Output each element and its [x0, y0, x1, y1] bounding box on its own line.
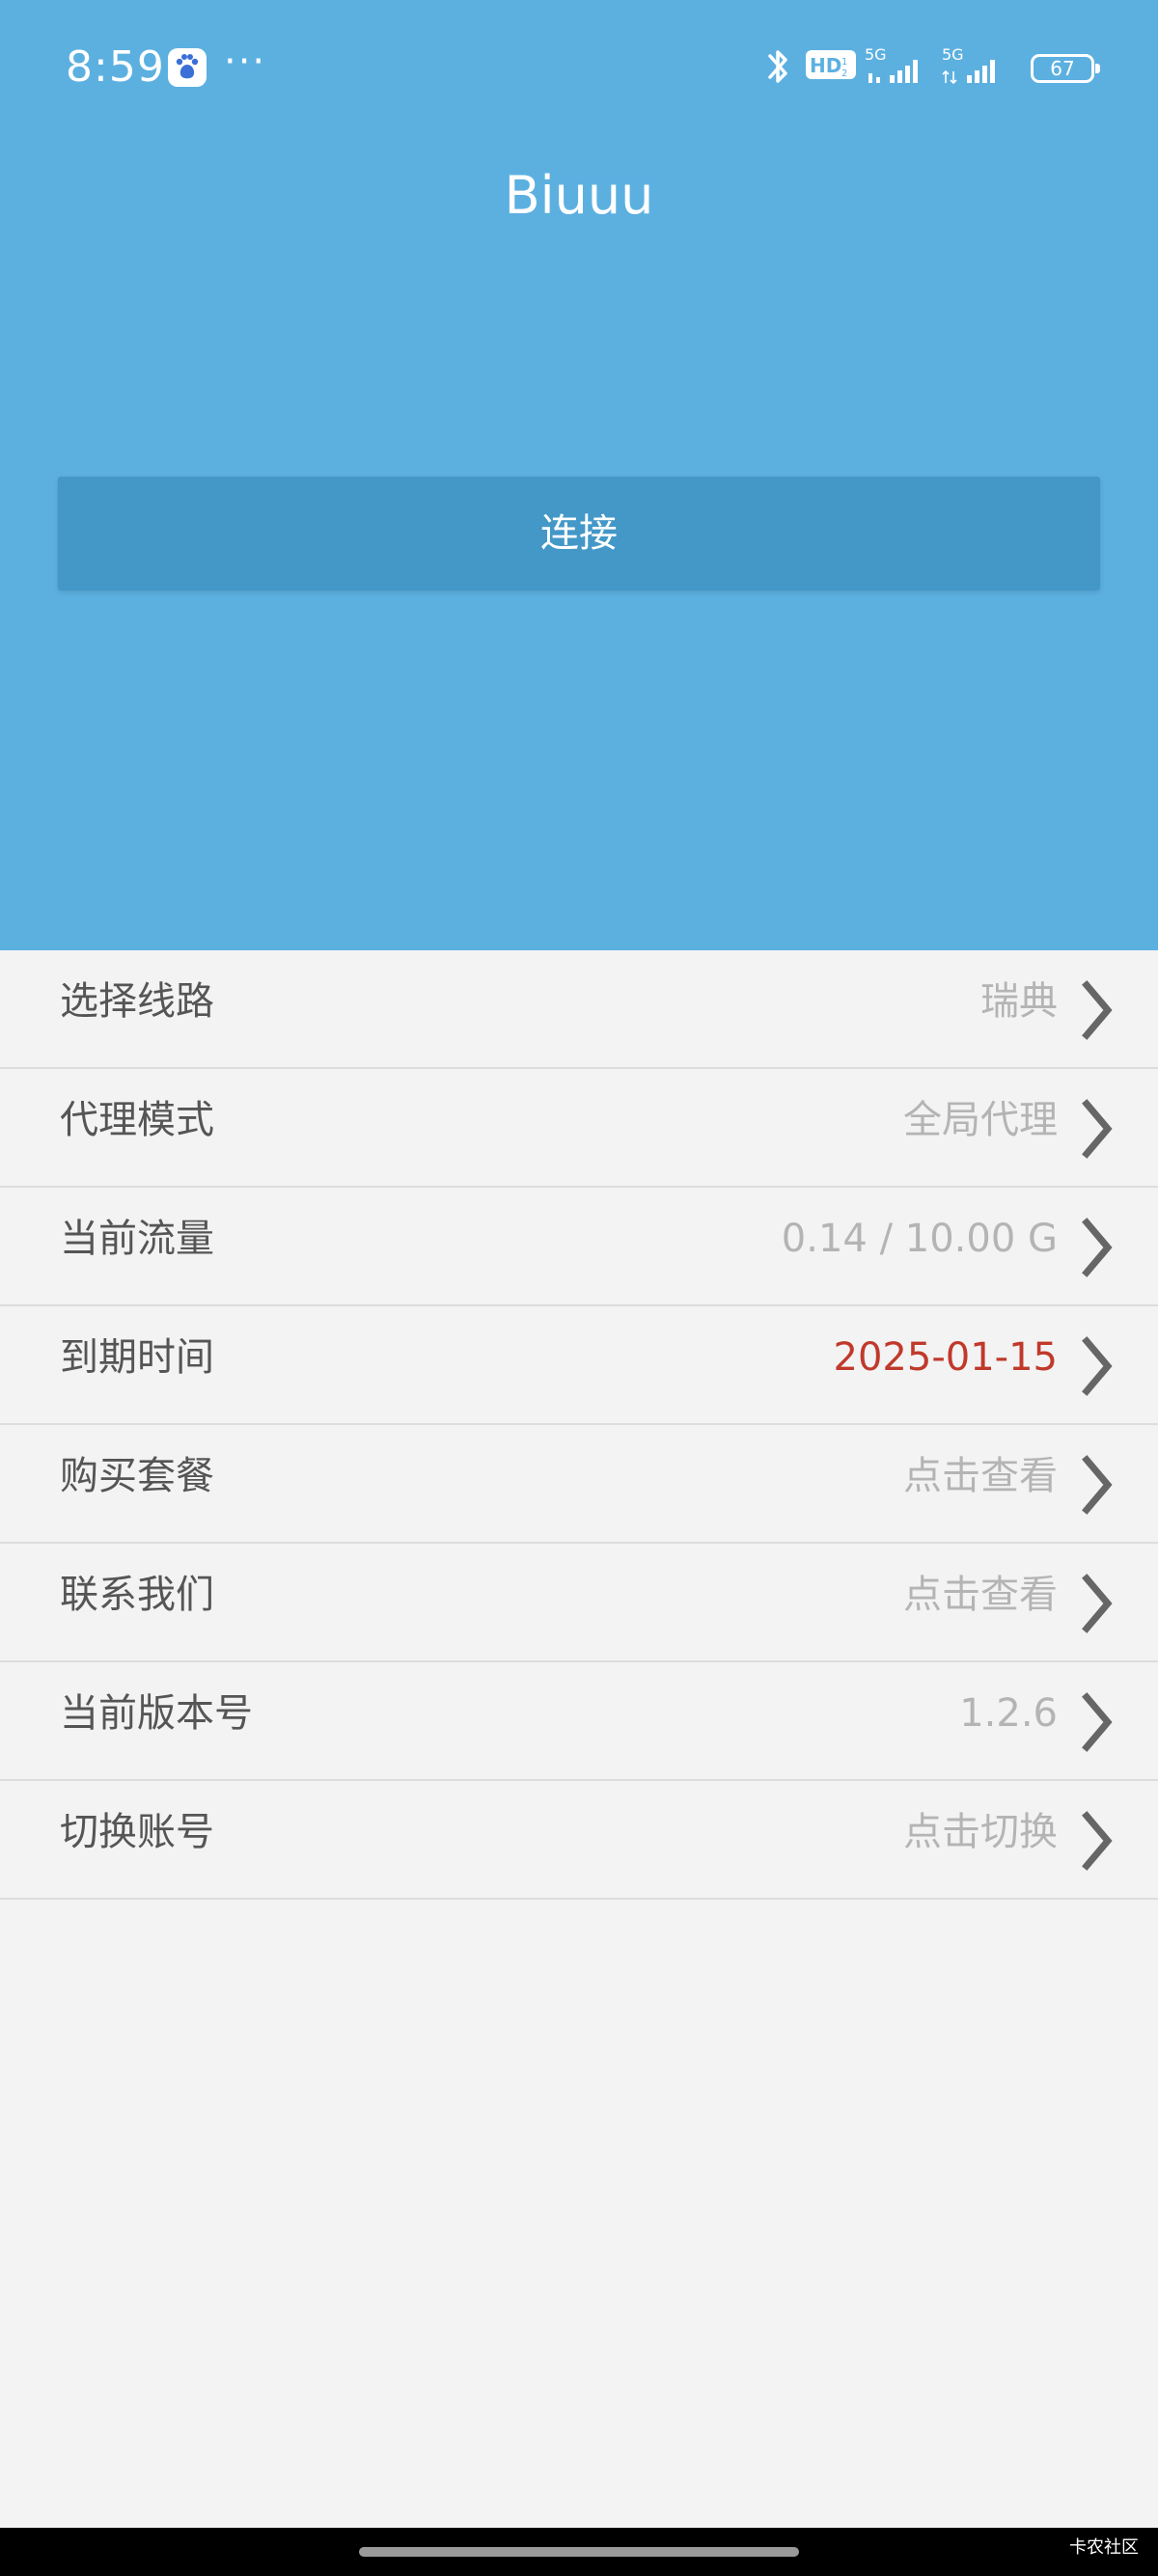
traffic-usage-row[interactable]: 当前流量 0.14 / 10.00 G [0, 1188, 1158, 1306]
svg-text:2: 2 [841, 69, 847, 79]
buy-plan-label: 购买套餐 [60, 1454, 214, 1498]
chevron-right-icon [1082, 1099, 1113, 1159]
hd-voice-icon: HD 1 2 [806, 50, 856, 79]
svg-text:5G: 5G [865, 45, 887, 64]
status-time: 8:59 [66, 42, 165, 92]
chevron-right-icon [1082, 1218, 1113, 1277]
proxy-mode-label: 代理模式 [60, 1098, 214, 1142]
chevron-right-icon [1082, 980, 1113, 1040]
traffic-usage-value: 0.14 / 10.00 G [781, 1217, 1058, 1261]
route-select-row[interactable]: 选择线路 瑞典 [0, 950, 1158, 1069]
buy-plan-row[interactable]: 购买套餐 点击查看 [0, 1425, 1158, 1544]
app-version-value: 1.2.6 [959, 1691, 1058, 1736]
navigation-bar: 卡农社区 [0, 2528, 1158, 2576]
status-icons: HD 1 2 5G 5G 67 [766, 44, 1100, 93]
chevron-right-icon [1082, 1811, 1113, 1871]
status-bar: 8:59 ··· HD 1 2 5G 5G 67 [0, 0, 1158, 135]
more-notifications-indicator: ··· [224, 40, 267, 84]
watermark: 卡农社区 [1069, 2537, 1139, 2558]
contact-us-label: 联系我们 [60, 1573, 214, 1617]
expiry-date-row[interactable]: 到期时间 2025-01-15 [0, 1306, 1158, 1425]
app-title: Biuuu [504, 165, 654, 226]
svg-text:1: 1 [841, 57, 847, 68]
contact-us-value: 点击查看 [903, 1573, 1058, 1617]
chevron-right-icon [1082, 1455, 1113, 1515]
home-indicator[interactable] [359, 2547, 799, 2557]
baidu-app-icon [168, 48, 207, 87]
expiry-date-value: 2025-01-15 [833, 1335, 1058, 1380]
connect-button[interactable]: 连接 [58, 477, 1100, 590]
app-version-label: 当前版本号 [60, 1691, 253, 1736]
svg-text:5G: 5G [942, 45, 964, 64]
chevron-right-icon [1082, 1574, 1113, 1633]
route-select-label: 选择线路 [60, 979, 214, 1024]
hero-panel: 8:59 ··· HD 1 2 5G 5G 67 Biuuu 连接 [0, 0, 1158, 950]
proxy-mode-row[interactable]: 代理模式 全局代理 [0, 1069, 1158, 1188]
chevron-right-icon [1082, 1692, 1113, 1752]
switch-account-value: 点击切换 [903, 1810, 1058, 1854]
contact-us-row[interactable]: 联系我们 点击查看 [0, 1544, 1158, 1662]
bluetooth-icon [768, 50, 787, 83]
signal-5g-icon: 5G [865, 45, 918, 83]
buy-plan-value: 点击查看 [903, 1454, 1058, 1498]
route-select-value: 瑞典 [980, 979, 1058, 1024]
proxy-mode-value: 全局代理 [903, 1098, 1058, 1142]
app-screen: 8:59 ··· HD 1 2 5G 5G 67 Biuuu 连接 选择线路 瑞… [0, 0, 1158, 2576]
expiry-date-label: 到期时间 [60, 1335, 214, 1380]
switch-account-row[interactable]: 切换账号 点击切换 [0, 1781, 1158, 1900]
app-version-row[interactable]: 当前版本号 1.2.6 [0, 1662, 1158, 1781]
chevron-right-icon [1082, 1336, 1113, 1396]
switch-account-label: 切换账号 [60, 1810, 214, 1854]
battery-icon: 67 [1031, 54, 1100, 83]
traffic-usage-label: 当前流量 [60, 1217, 214, 1261]
svg-text:HD: HD [810, 54, 841, 77]
settings-list: 选择线路 瑞典 代理模式 全局代理 当前流量 0.14 / 10.00 G 到期… [0, 950, 1158, 1900]
signal-5g-icon: 5G [942, 45, 995, 85]
